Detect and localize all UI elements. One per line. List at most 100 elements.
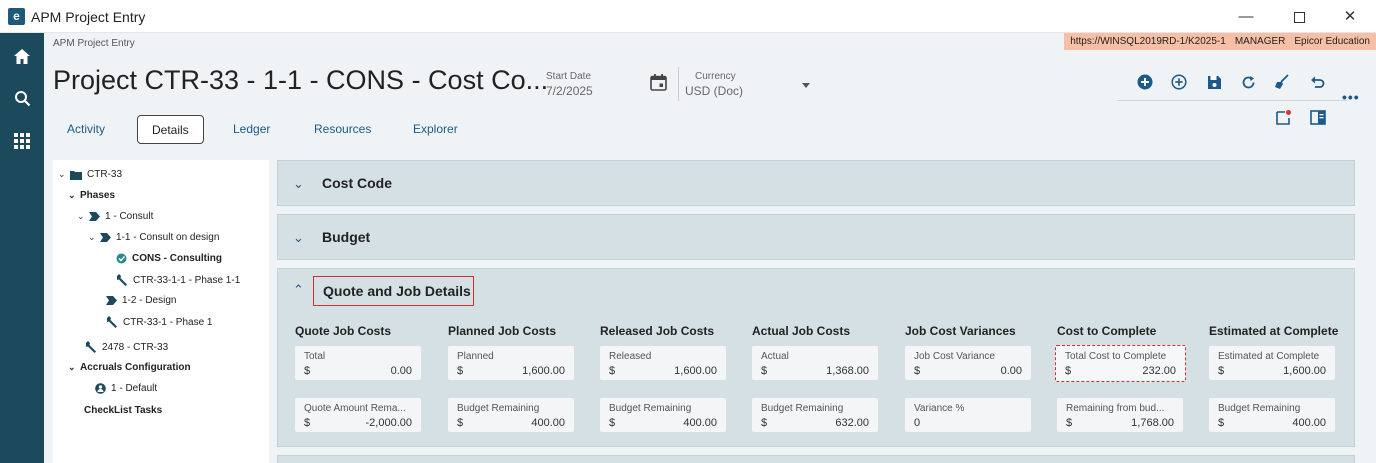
field-label: Estimated at Complete [1218, 351, 1320, 362]
panel-icon[interactable] [1307, 106, 1329, 128]
field-currency: $ [761, 365, 768, 377]
chevron-down-icon[interactable]: ⌄ [58, 169, 70, 180]
add-filled-icon[interactable] [1134, 71, 1156, 93]
refresh-icon[interactable] [1237, 71, 1259, 93]
tree-node-cons[interactable]: CONS - Consulting [116, 253, 222, 264]
notes-icon[interactable] [1272, 106, 1294, 128]
page-title: Project CTR-33 - 1-1 - CONS - Cost Co... [53, 65, 549, 95]
tree-label: CTR-33-1-1 - Phase 1-1 [133, 274, 241, 286]
apps-grid-icon[interactable] [0, 121, 44, 161]
chevron-down-icon[interactable]: ⌄ [293, 230, 304, 246]
field-label: Total Cost to Complete [1065, 351, 1167, 362]
tree-label: CTR-33-1 - Phase 1 [123, 316, 213, 328]
column-head: Planned Job Costs [448, 324, 557, 338]
wrench-icon [116, 274, 128, 286]
start-date-label: Start Date [546, 71, 592, 82]
save-icon[interactable] [1203, 71, 1225, 93]
field-currency: $ [1218, 417, 1225, 429]
field-currency: $ [761, 417, 768, 429]
column-head: Released Job Costs [600, 324, 715, 338]
field-card: Actual $ 1,368.00 [752, 346, 878, 380]
folder-icon [70, 170, 82, 180]
tree-node-phases[interactable]: ⌄ Phases [68, 190, 115, 201]
field-value: 1,600.00 [674, 365, 717, 377]
maximize-button[interactable] [1277, 0, 1321, 33]
field-value: -2,000.00 [365, 417, 412, 429]
currency-value[interactable]: USD (Doc) [685, 84, 743, 98]
tree-node-job-ctr-33-1-1[interactable]: CTR-33-1-1 - Phase 1-1 [116, 274, 240, 286]
tab-activity[interactable]: Activity [67, 115, 105, 144]
breadcrumb: APM Project Entry [53, 38, 135, 49]
field-currency: $ [457, 365, 464, 377]
home-icon[interactable] [0, 36, 44, 76]
field-card-highlighted: Total Cost to Complete $ 232.00 [1055, 345, 1186, 382]
tree-node-phase-1-2[interactable]: 1-2 - Design [106, 295, 176, 306]
column-head: Estimated at Complete [1209, 324, 1339, 338]
highlight-box [313, 276, 474, 306]
field-value: 1,600.00 [522, 365, 565, 377]
tree-node-job-ctr-33-1[interactable]: CTR-33-1 - Phase 1 [106, 316, 212, 328]
tree-label: Phases [80, 190, 116, 201]
clear-icon[interactable] [1271, 71, 1293, 93]
tree-node-phase-1[interactable]: ⌄ 1 - Consult [77, 211, 153, 222]
title-bar: e APM Project Entry — ✕ [0, 0, 1376, 33]
tree-node-accruals[interactable]: ⌄ Accruals Configuration [68, 362, 191, 373]
field-currency: $ [304, 365, 311, 377]
panel-cost-code[interactable]: ⌄ Cost Code [277, 160, 1355, 206]
chevron-down-icon[interactable]: ⌄ [68, 190, 80, 201]
field-card: Budget Remaining $ 400.00 [600, 398, 726, 432]
field-currency: $ [609, 417, 616, 429]
field-card: Total $ 0.00 [295, 346, 421, 380]
tree-node-phase-1-1[interactable]: ⌄ 1-1 - Consult on design [88, 232, 219, 243]
close-button[interactable]: ✕ [1328, 0, 1372, 33]
tree-node-job-2478[interactable]: 2478 - CTR-33 [85, 341, 168, 353]
field-value: 1,368.00 [826, 365, 869, 377]
column-head: Quote Job Costs [295, 324, 392, 338]
tab-ledger[interactable]: Ledger [233, 115, 270, 144]
env-user: MANAGER [1234, 36, 1286, 47]
env-company: Epicor Education [1294, 36, 1370, 47]
field-label: Budget Remaining [1218, 403, 1301, 414]
field-card: Remaining from bud... $ 1,768.00 [1057, 398, 1183, 432]
chevron-down-icon[interactable]: ⌄ [293, 176, 304, 192]
tab-explorer[interactable]: Explorer [413, 115, 458, 144]
field-card: Variance % 0 [905, 398, 1031, 432]
nav-rail [0, 33, 44, 463]
tree-node-default[interactable]: 1 - Default [95, 383, 157, 394]
tab-resources[interactable]: Resources [314, 115, 371, 144]
field-card: Released $ 1,600.00 [600, 346, 726, 380]
field-card: Job Cost Variance $ 0.00 [905, 346, 1031, 380]
minimize-button[interactable]: — [1224, 0, 1268, 33]
search-icon[interactable] [0, 78, 44, 118]
calendar-icon[interactable] [650, 74, 667, 91]
chevron-down-icon[interactable]: ⌄ [88, 232, 100, 243]
tree-label: CTR-33 [87, 169, 123, 180]
field-currency: $ [609, 365, 616, 377]
field-label: Job Cost Variance [914, 351, 995, 362]
tree-label: 1-1 - Consult on design [116, 232, 220, 243]
chevron-up-icon[interactable]: ⌃ [293, 282, 304, 298]
field-currency: $ [1218, 365, 1225, 377]
field-value: 400.00 [683, 417, 717, 429]
column-head: Actual Job Costs [752, 324, 851, 338]
tree-node-root[interactable]: ⌄ CTR-33 [58, 169, 122, 180]
add-outline-icon[interactable] [1168, 71, 1190, 93]
panel-budget[interactable]: ⌄ Budget [277, 214, 1355, 260]
tree-node-checklist[interactable]: CheckList Tasks [84, 405, 162, 416]
tree-label: Accruals Configuration [80, 362, 191, 373]
field-value: 0.00 [1000, 365, 1022, 377]
chevron-down-icon[interactable]: ⌄ [68, 362, 80, 373]
more-icon[interactable]: ••• [1342, 89, 1360, 105]
currency-dropdown-icon[interactable] [802, 83, 810, 88]
field-currency: $ [1065, 365, 1072, 377]
field-label: Budget Remaining [761, 403, 844, 414]
field-label: Remaining from bud... [1066, 403, 1165, 414]
start-date-value[interactable]: 7/2/2025 [546, 84, 593, 98]
field-value: 632.00 [835, 417, 869, 429]
field-label: Budget Remaining [609, 403, 692, 414]
tree-label: 1 - Consult [105, 211, 154, 222]
tab-details[interactable]: Details [137, 115, 204, 144]
undo-icon[interactable] [1306, 71, 1328, 93]
chevron-down-icon[interactable]: ⌄ [77, 211, 89, 222]
column-head: Cost to Complete [1057, 324, 1157, 338]
